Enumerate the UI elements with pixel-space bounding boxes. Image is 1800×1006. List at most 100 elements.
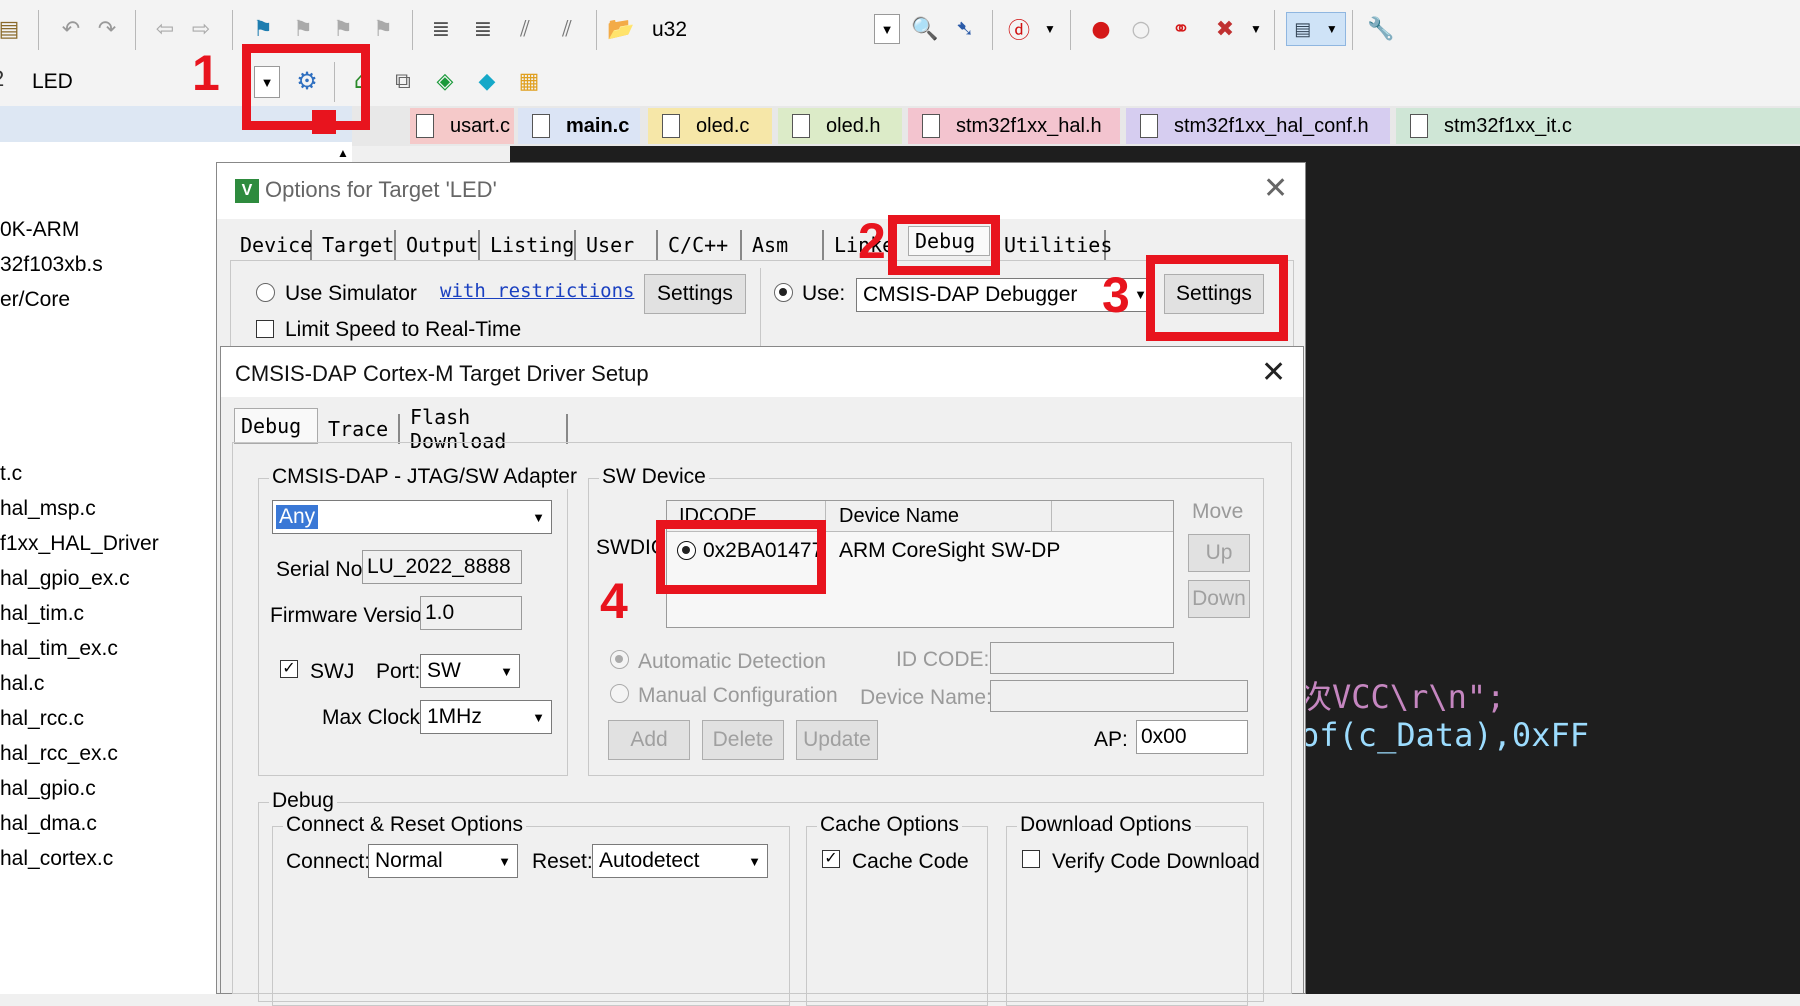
find-in-files-icon[interactable]: 📂	[606, 14, 636, 44]
tab-listing[interactable]: Listing	[484, 230, 576, 260]
tree-item[interactable]: hal_gpio.c	[0, 777, 96, 801]
simulator-settings-button[interactable]: Settings	[644, 274, 746, 314]
tree-item[interactable]: hal_cortex.c	[0, 847, 113, 871]
tab-driver-trace[interactable]: Trace	[322, 414, 400, 444]
move-up-button[interactable]: Up	[1188, 534, 1250, 572]
tree-item[interactable]: 32f103xb.s	[0, 253, 103, 277]
cache-code-checkbox[interactable]: ✓	[822, 850, 840, 868]
bookmark-icon[interactable]: ⚑	[248, 14, 278, 44]
nav-back-icon[interactable]: ⇦	[150, 14, 180, 44]
debug-session-icon[interactable]: ⓓ	[1004, 14, 1034, 44]
tab-output[interactable]: Output	[400, 230, 480, 260]
nav-forward-icon[interactable]: ⇨	[186, 14, 216, 44]
manual-config-radio[interactable]	[610, 684, 629, 703]
maxclock-select[interactable]: 1MHz ▼	[420, 700, 552, 734]
file-tab-oled-c[interactable]: oled.c	[648, 108, 772, 144]
incremental-find-icon[interactable]: ➷	[950, 14, 980, 44]
tab-target[interactable]: Target	[316, 230, 396, 260]
tab-driver-flash-download[interactable]: Flash Download	[404, 405, 568, 453]
adapter-select[interactable]: Any ▼	[272, 500, 552, 534]
tree-item[interactable]: er/Core	[0, 288, 70, 312]
swj-label[interactable]: SWJ	[310, 660, 354, 684]
close-icon[interactable]: ✕	[1261, 355, 1286, 390]
pack-installer-icon[interactable]: ◆	[472, 66, 502, 96]
tree-item[interactable]: hal_rcc_ex.c	[0, 742, 118, 766]
file-tab-oled-h[interactable]: oled.h	[778, 108, 902, 144]
file-tab-usart[interactable]: usart.c	[410, 108, 514, 144]
runtime-env-icon[interactable]: ▦	[514, 66, 544, 96]
tree-item[interactable]: f1xx_HAL_Driver	[0, 532, 159, 556]
swj-checkbox[interactable]: ✓	[280, 660, 298, 678]
tree-item[interactable]: hal.c	[0, 672, 44, 696]
file-tab-hal-h[interactable]: stm32f1xx_hal.h	[908, 108, 1120, 144]
tree-item[interactable]: hal_rcc.c	[0, 707, 84, 731]
file-tab-hal-conf-h[interactable]: stm32f1xx_hal_conf.h	[1126, 108, 1390, 144]
configure-icon[interactable]: 🔧	[1366, 14, 1396, 44]
comment-icon[interactable]: ⫽	[510, 14, 540, 44]
tree-item[interactable]: hal_tim_ex.c	[0, 637, 118, 661]
breakpoint-disable-all-icon[interactable]: ⚭	[1166, 14, 1196, 44]
tree-item[interactable]: 0K-ARM	[0, 218, 79, 242]
delete-button[interactable]: Delete	[702, 720, 784, 760]
verify-download-checkbox[interactable]	[1022, 850, 1040, 868]
use-simulator-radio[interactable]	[256, 283, 275, 302]
debug-dropdown-icon[interactable]: ▼	[1044, 22, 1056, 36]
tab-user[interactable]: User	[580, 230, 658, 260]
ap-field[interactable]: 0x00	[1136, 720, 1248, 754]
devname-field[interactable]	[990, 680, 1248, 712]
reset-select[interactable]: Autodetect ▼	[592, 844, 768, 878]
add-button[interactable]: Add	[608, 720, 690, 760]
annotation-tab-marker	[312, 110, 336, 134]
bookmark-prev-icon[interactable]: ⚑	[288, 14, 318, 44]
tab-cpp[interactable]: C/C++	[662, 230, 742, 260]
tree-item[interactable]: hal_msp.c	[0, 497, 96, 521]
paste-icon[interactable]: ▤	[0, 14, 24, 44]
project-combo-label[interactable]: LED	[32, 70, 73, 94]
tree-item[interactable]: hal_gpio_ex.c	[0, 567, 130, 591]
cache-code-label[interactable]: Cache Code	[852, 850, 969, 874]
window-layout-icon[interactable]: ▤ ▼	[1286, 12, 1346, 46]
uncomment-icon[interactable]: ⫽	[552, 14, 582, 44]
file-tab-main[interactable]: main.c	[518, 108, 640, 144]
tree-item[interactable]: hal_dma.c	[0, 812, 97, 836]
with-restrictions-link[interactable]: with restrictions	[440, 280, 634, 302]
manage-project-items-icon[interactable]: ⧉	[388, 66, 418, 96]
breakpoint-kill-all-icon[interactable]: ✖	[1210, 14, 1240, 44]
limit-speed-checkbox[interactable]	[256, 320, 274, 338]
verify-download-label[interactable]: Verify Code Download	[1052, 850, 1260, 874]
tab-device[interactable]: Device	[234, 230, 312, 260]
use-simulator-label[interactable]: Use Simulator	[285, 282, 417, 306]
update-button[interactable]: Update	[796, 720, 878, 760]
indent-icon[interactable]: ≣	[426, 14, 456, 44]
undo-icon[interactable]: ↶	[56, 14, 86, 44]
idcode-field[interactable]	[990, 642, 1174, 674]
find-icon[interactable]: 🔍	[910, 14, 940, 44]
tree-item[interactable]: hal_tim.c	[0, 602, 84, 626]
redo-icon[interactable]: ↷	[92, 14, 122, 44]
limit-speed-label[interactable]: Limit Speed to Real-Time	[285, 318, 521, 342]
tab-utilities[interactable]: Utilities	[998, 230, 1112, 260]
tree-item[interactable]: t.c	[0, 462, 22, 486]
chevron-down-icon[interactable]: ▼	[874, 14, 900, 44]
auto-detect-label[interactable]: Automatic Detection	[638, 650, 826, 674]
row2-cut-icon[interactable]: 2	[0, 66, 4, 92]
file-tab-it-c[interactable]: stm32f1xx_it.c	[1396, 108, 1800, 144]
col-devname[interactable]: Device Name	[839, 505, 959, 528]
target-combo[interactable]: u32 ▼	[646, 12, 900, 46]
breakpoint-icon[interactable]: ●	[1086, 14, 1116, 44]
port-select[interactable]: SW ▼	[420, 654, 520, 688]
move-down-button[interactable]: Down	[1188, 580, 1250, 618]
breakpoint-dropdown-icon[interactable]: ▼	[1250, 22, 1262, 36]
auto-detect-radio[interactable]	[610, 650, 629, 669]
bookmark-clear-icon[interactable]: ⚑	[368, 14, 398, 44]
connect-select[interactable]: Normal ▼	[368, 844, 518, 878]
tab-driver-debug[interactable]: Debug	[234, 408, 318, 444]
bookmark-next-icon[interactable]: ⚑	[328, 14, 358, 44]
manual-config-label[interactable]: Manual Configuration	[638, 684, 838, 708]
close-icon[interactable]: ✕	[1263, 171, 1288, 206]
breakpoint-disable-icon[interactable]: ○	[1126, 14, 1156, 44]
use-debugger-radio[interactable]	[774, 283, 793, 302]
select-packs-icon[interactable]: ◈	[430, 66, 460, 96]
unindent-icon[interactable]: ≣	[468, 14, 498, 44]
tab-asm[interactable]: Asm	[746, 230, 824, 260]
